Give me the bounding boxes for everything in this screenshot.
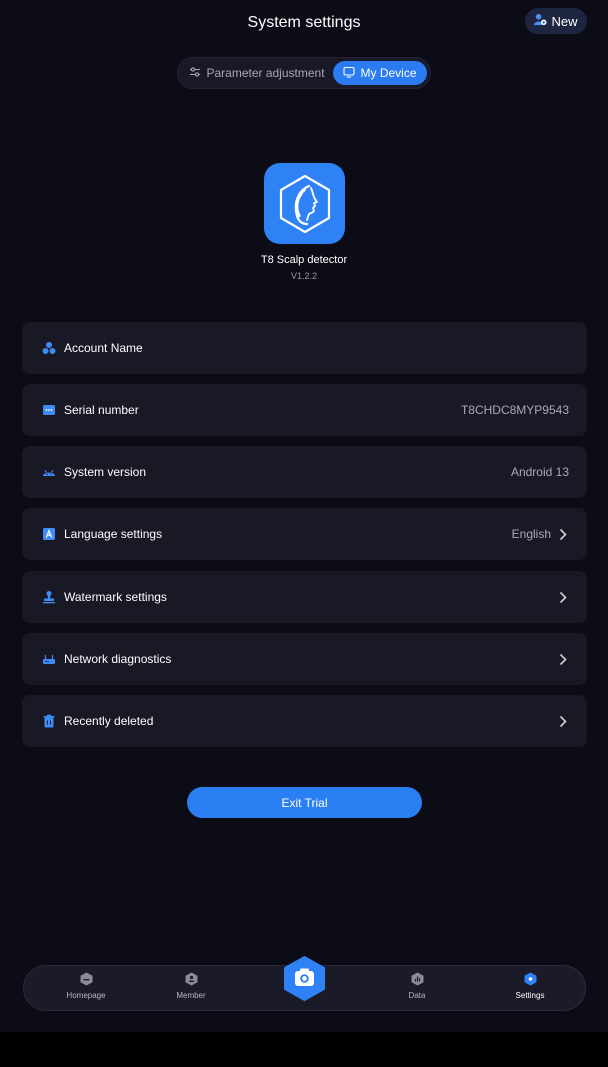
chevron-right-icon	[559, 714, 569, 728]
stamp-icon	[42, 590, 56, 604]
nav-homepage[interactable]: Homepage	[46, 972, 126, 1000]
row-network-diagnostics[interactable]: Network diagnostics	[22, 633, 587, 685]
row-label: Account Name	[64, 341, 143, 355]
row-label: Recently deleted	[64, 714, 154, 728]
app-logo	[264, 163, 345, 244]
new-user-icon	[534, 13, 548, 29]
tab-my-device[interactable]: My Device	[333, 61, 427, 85]
row-label: Watermark settings	[64, 590, 167, 604]
chevron-right-icon	[559, 652, 569, 666]
row-account-name[interactable]: Account Name	[22, 322, 587, 374]
segmented-tabs: Parameter adjustment My Device	[177, 57, 431, 89]
member-hex-icon	[185, 972, 197, 986]
serial-icon	[42, 403, 56, 417]
chevron-right-icon	[559, 527, 569, 541]
nav-settings[interactable]: Settings	[490, 972, 570, 1000]
home-hex-icon	[80, 972, 92, 986]
sliders-icon	[189, 66, 201, 81]
row-watermark-settings[interactable]: Watermark settings	[22, 571, 587, 623]
camera-button[interactable]	[282, 956, 327, 1001]
row-serial-number: Serial number T8CHDC8MYP9543	[22, 384, 587, 436]
header: System settings New	[0, 0, 608, 48]
nav-data[interactable]: Data	[377, 972, 457, 1000]
new-button-label: New	[551, 13, 578, 29]
monitor-icon	[343, 66, 356, 81]
tab-parameter-adjustment[interactable]: Parameter adjustment	[181, 61, 333, 85]
nav-member[interactable]: Member	[151, 972, 231, 1000]
row-label: Language settings	[64, 527, 163, 541]
nav-label: Homepage	[66, 991, 106, 1000]
face-profile-logo	[279, 174, 330, 233]
nav-label: Member	[176, 991, 206, 1000]
row-label: Serial number	[64, 403, 139, 417]
camera-icon	[284, 956, 325, 1001]
settings-hex-icon	[524, 972, 536, 986]
system-version-value: Android 13	[510, 465, 569, 479]
language-icon	[42, 527, 56, 541]
exit-trial-button[interactable]: Exit Trial	[187, 787, 422, 818]
row-label: System version	[64, 465, 147, 479]
nav-label: Settings	[515, 991, 545, 1000]
app-version: V1.2.2	[290, 271, 318, 281]
tab-label: My Device	[360, 66, 417, 80]
row-system-version: System version Android 13	[22, 446, 587, 498]
row-language-settings[interactable]: Language settings English	[22, 508, 587, 560]
trash-icon	[42, 714, 56, 728]
new-button[interactable]: New	[525, 8, 587, 34]
nav-label: Data	[408, 991, 426, 1000]
chevron-right-icon	[559, 590, 569, 604]
settings-screen: System settings New Parameter adjustment…	[0, 0, 608, 1032]
row-label: Network diagnostics	[64, 652, 172, 666]
account-icon	[42, 341, 56, 355]
app-name: T8 Scalp detector	[260, 254, 348, 266]
row-recently-deleted[interactable]: Recently deleted	[22, 695, 587, 747]
system-navigation-bar	[0, 1032, 608, 1067]
data-hex-icon	[411, 972, 423, 986]
language-value: English	[511, 527, 551, 541]
page-title: System settings	[247, 14, 361, 31]
tab-label: Parameter adjustment	[206, 66, 325, 80]
android-icon	[42, 465, 56, 479]
serial-number-value: T8CHDC8MYP9543	[460, 403, 569, 417]
router-icon	[42, 652, 56, 666]
